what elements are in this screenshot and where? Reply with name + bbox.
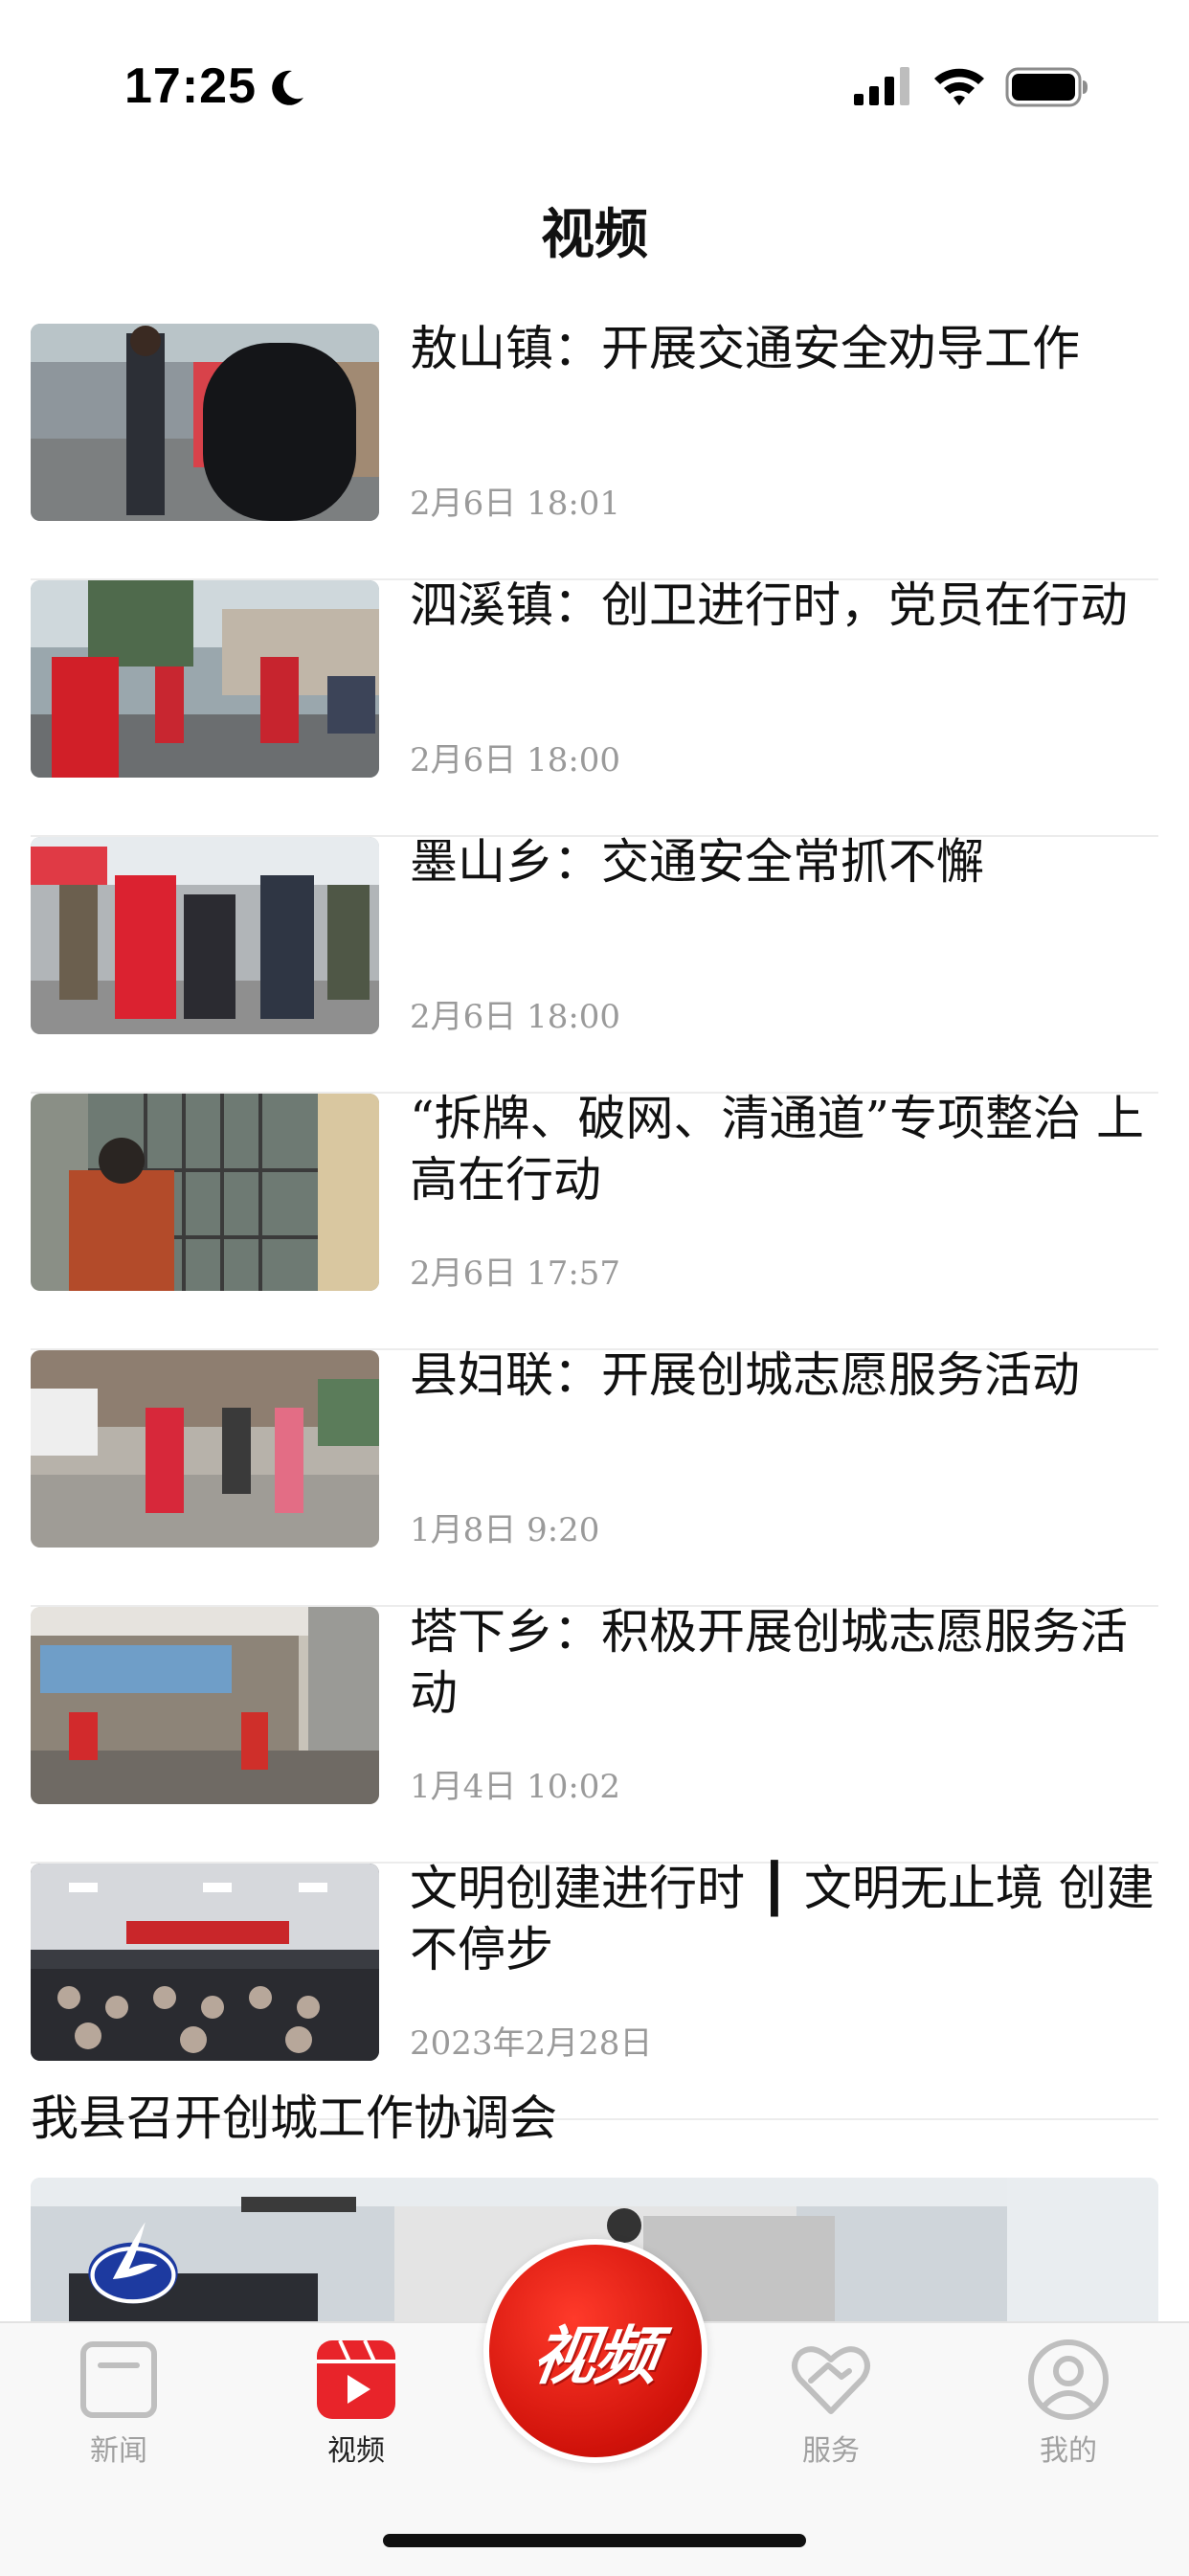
tv-station-logo-icon (88, 2222, 178, 2304)
news-thumbnail (31, 1350, 379, 1548)
profile-icon (1028, 2339, 1109, 2420)
tab-video-label: 视频 (327, 2434, 385, 2468)
video-tab-icon (317, 2339, 395, 2419)
news-item[interactable]: “拆牌、破网、清通道”专项整治 上高在行动 2月6日 17:57 (31, 1091, 1158, 1350)
home-indicator[interactable] (383, 2534, 806, 2547)
moon-icon (272, 70, 303, 105)
news-title: 墨山乡：交通安全常抓不懈 (410, 834, 984, 890)
tab-service[interactable]: 服务 (754, 2339, 908, 2469)
center-video-button[interactable]: 视频 (483, 2239, 707, 2463)
news-thumbnail (31, 1094, 379, 1291)
news-title: 县妇联：开展创城志愿服务活动 (410, 1347, 1080, 1403)
news-thumbnail (31, 580, 379, 778)
service-heart-icon (792, 2346, 870, 2414)
tab-service-label: 服务 (802, 2434, 860, 2468)
featured-video-title[interactable]: 我县召开创城工作协调会 (31, 2080, 557, 2149)
news-item[interactable]: 泗溪镇：创卫进行时，党员在行动 2月6日 18:00 (31, 577, 1158, 837)
center-video-button-face: 视频 (489, 2245, 702, 2457)
news-item[interactable]: 塔下乡：积极开展创城志愿服务活动 1月4日 10:02 (31, 1604, 1158, 1864)
cellular-signal-icon (854, 67, 909, 105)
center-video-button-label: 视频 (527, 2319, 662, 2393)
news-title: 文明创建进行时 ┃ 文明无止境 创建不停步 (410, 1861, 1155, 1977)
news-date: 2月6日 18:00 (410, 998, 621, 1036)
tab-profile-label: 我的 (1040, 2434, 1097, 2468)
news-date: 2月6日 18:01 (410, 485, 621, 523)
news-thumbnail (31, 324, 379, 521)
status-bar: 17:25 (0, 0, 1189, 172)
battery-icon (1005, 67, 1088, 107)
news-thumbnail (31, 837, 379, 1034)
news-date: 1月8日 9:20 (410, 1511, 600, 1549)
news-date: 2023年2月28日 (410, 2024, 653, 2063)
tab-profile[interactable]: 我的 (992, 2339, 1145, 2469)
news-title: 泗溪镇：创卫进行时，党员在行动 (410, 577, 1128, 633)
news-title: 敖山镇：开展交通安全劝导工作 (410, 321, 1080, 376)
news-item[interactable]: 县妇联：开展创城志愿服务活动 1月8日 9:20 (31, 1347, 1158, 1607)
news-date: 2月6日 18:00 (410, 741, 621, 780)
news-icon (80, 2341, 157, 2418)
news-date: 2月6日 17:57 (410, 1254, 621, 1293)
news-title: 塔下乡：积极开展创城志愿服务活动 (410, 1604, 1128, 1721)
news-item[interactable]: 墨山乡：交通安全常抓不懈 2月6日 18:00 (31, 834, 1158, 1094)
news-item[interactable]: 敖山镇：开展交通安全劝导工作 2月6日 18:01 (31, 321, 1158, 580)
status-time: 17:25 (124, 58, 257, 114)
tab-news-label: 新闻 (90, 2434, 147, 2468)
news-thumbnail (31, 1607, 379, 1804)
news-thumbnail (31, 1864, 379, 2061)
news-title: “拆牌、破网、清通道”专项整治 上高在行动 (410, 1091, 1145, 1208)
page-title: 视频 (541, 203, 648, 266)
wifi-icon (934, 68, 984, 105)
news-date: 1月4日 10:02 (410, 1768, 621, 1806)
tab-news[interactable]: 新闻 (42, 2339, 195, 2469)
tab-video[interactable]: 视频 (280, 2339, 433, 2469)
